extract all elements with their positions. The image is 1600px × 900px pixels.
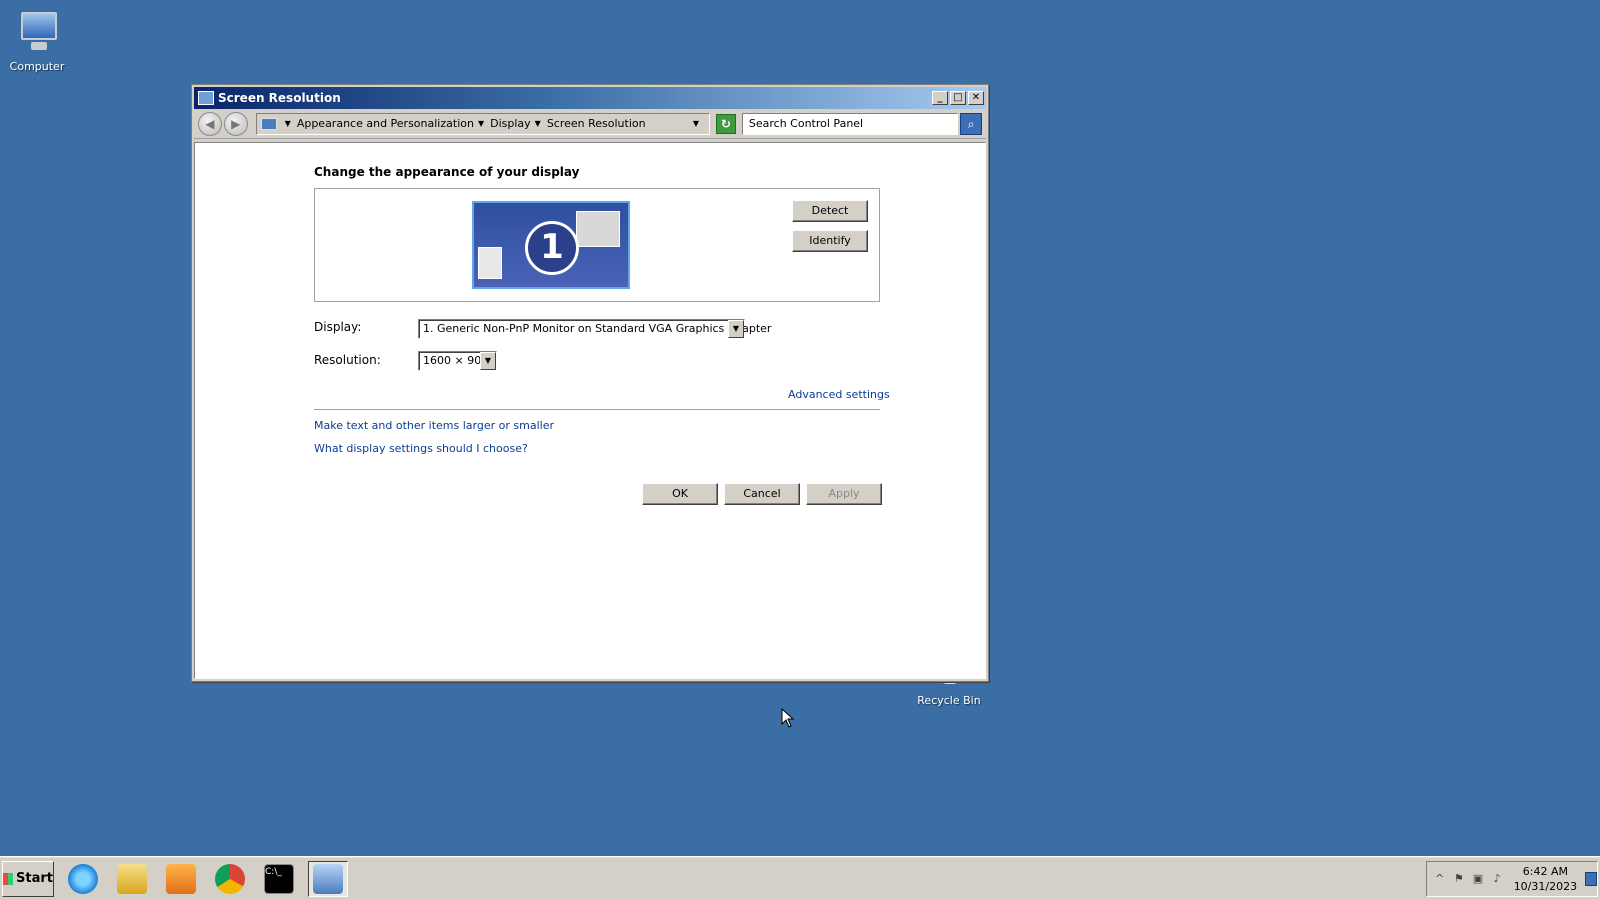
address-dropdown-icon[interactable]: ▼ bbox=[693, 119, 699, 128]
text-size-link[interactable]: Make text and other items larger or smal… bbox=[314, 419, 554, 432]
forward-button[interactable]: ▶ bbox=[223, 111, 248, 136]
volume-muted-icon[interactable]: ♪ bbox=[1491, 871, 1504, 887]
start-label: Start bbox=[16, 871, 53, 886]
breadcrumb-screen-resolution[interactable]: Screen Resolution bbox=[547, 117, 646, 130]
chevron-down-icon[interactable]: ▼ bbox=[480, 352, 496, 370]
refresh-icon[interactable]: ↻ bbox=[716, 113, 736, 134]
chrome-icon[interactable] bbox=[210, 861, 250, 897]
internet-explorer-icon[interactable] bbox=[63, 861, 103, 897]
clock-date: 10/31/2023 bbox=[1513, 880, 1578, 893]
breadcrumb-display[interactable]: Display bbox=[490, 117, 531, 130]
close-button[interactable]: ✕ bbox=[968, 91, 984, 105]
window-thumbnail-icon bbox=[576, 211, 620, 247]
display-settings-icon bbox=[198, 91, 214, 105]
desktop-icon-label: Recycle Bin bbox=[917, 694, 981, 707]
minimize-button[interactable]: _ bbox=[932, 91, 948, 105]
action-center-icon[interactable]: ⚑ bbox=[1452, 871, 1465, 887]
show-desktop-button[interactable] bbox=[1585, 872, 1597, 886]
display-preview: 1 Detect Identify bbox=[314, 188, 880, 302]
network-icon[interactable]: ▣ bbox=[1471, 871, 1484, 887]
detect-button[interactable]: Detect bbox=[792, 200, 868, 222]
ok-button[interactable]: OK bbox=[642, 483, 718, 505]
address-bar[interactable]: ▼ Appearance and Personalization ▼ Displ… bbox=[255, 112, 711, 135]
search-input[interactable]: Search Control Panel bbox=[741, 112, 959, 135]
window-thumbnail-icon bbox=[478, 247, 502, 279]
windows-logo-icon bbox=[3, 872, 14, 885]
desktop-computer-icon[interactable]: Computer bbox=[0, 8, 74, 73]
start-button[interactable]: Start bbox=[2, 860, 54, 897]
system-tray: ^ ⚑ ▣ ♪ 6:42 AM 10/31/2023 bbox=[1426, 861, 1598, 897]
identify-button[interactable]: Identify bbox=[792, 230, 868, 252]
computer-icon bbox=[13, 8, 61, 56]
display-label: Display: bbox=[314, 320, 362, 334]
clock[interactable]: 6:42 AM 10/31/2023 bbox=[1514, 864, 1577, 894]
media-player-icon[interactable] bbox=[161, 861, 201, 897]
taskbar: Start C:\_ ^ ⚑ ▣ ♪ 6:42 AM 10/31/2023 bbox=[0, 856, 1600, 900]
file-explorer-icon[interactable] bbox=[112, 861, 152, 897]
maximize-button[interactable]: □ bbox=[950, 91, 966, 105]
chevron-down-icon[interactable]: ▼ bbox=[535, 119, 541, 128]
resolution-select[interactable]: 1600 × 900 ▼ bbox=[418, 351, 497, 371]
content-area: Change the appearance of your display 1 … bbox=[194, 142, 986, 679]
search-icon[interactable]: ⌕ bbox=[960, 112, 983, 135]
command-prompt-icon[interactable]: C:\_ bbox=[259, 861, 299, 897]
monitor-1-thumbnail[interactable]: 1 bbox=[472, 201, 630, 289]
display-select-value: 1. Generic Non-PnP Monitor on Standard V… bbox=[423, 322, 772, 335]
monitor-number: 1 bbox=[525, 221, 579, 275]
mouse-cursor-icon bbox=[781, 708, 795, 728]
chevron-down-icon[interactable]: ▼ bbox=[478, 119, 484, 128]
navigation-bar: ◀ ▶ ▼ Appearance and Personalization ▼ D… bbox=[194, 109, 986, 139]
divider bbox=[314, 409, 880, 410]
advanced-settings-link[interactable]: Advanced settings bbox=[788, 388, 890, 401]
resolution-label: Resolution: bbox=[314, 353, 381, 367]
screen-resolution-window: Screen Resolution _ □ ✕ ◀ ▶ ▼ Appearance… bbox=[191, 84, 989, 682]
window-title: Screen Resolution bbox=[218, 91, 341, 105]
back-button[interactable]: ◀ bbox=[198, 111, 222, 136]
control-panel-icon bbox=[260, 117, 277, 130]
clock-time: 6:42 AM bbox=[1522, 865, 1568, 878]
control-panel-icon[interactable] bbox=[308, 860, 348, 897]
show-hidden-icons-button[interactable]: ^ bbox=[1433, 871, 1446, 887]
desktop-icon-label: Computer bbox=[9, 60, 65, 73]
chevron-down-icon[interactable]: ▼ bbox=[285, 119, 291, 128]
display-select[interactable]: 1. Generic Non-PnP Monitor on Standard V… bbox=[418, 319, 771, 339]
title-bar[interactable]: Screen Resolution _ □ ✕ bbox=[194, 87, 986, 109]
chevron-down-icon[interactable]: ▼ bbox=[728, 320, 744, 338]
page-title: Change the appearance of your display bbox=[314, 165, 580, 179]
apply-button[interactable]: Apply bbox=[806, 483, 882, 505]
resolution-select-value: 1600 × 900 bbox=[423, 354, 489, 367]
display-help-link[interactable]: What display settings should I choose? bbox=[314, 442, 528, 455]
breadcrumb-appearance[interactable]: Appearance and Personalization bbox=[297, 117, 474, 130]
cancel-button[interactable]: Cancel bbox=[724, 483, 800, 505]
